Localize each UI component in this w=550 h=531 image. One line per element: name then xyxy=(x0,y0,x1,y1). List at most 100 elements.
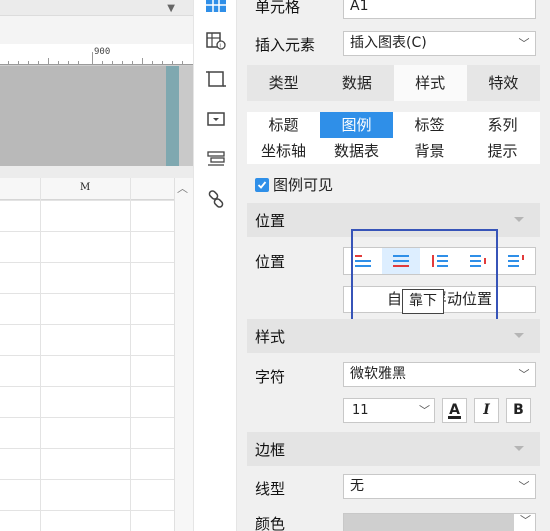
grid-icon[interactable] xyxy=(205,0,227,16)
section-border-title: 边框 xyxy=(255,441,286,459)
ruler: 900 xyxy=(0,44,193,66)
ruler-tick xyxy=(112,61,113,65)
scroll-up-icon[interactable]: ︿ xyxy=(177,180,188,196)
chevron-down-icon[interactable]: ﹀ xyxy=(520,512,531,528)
table-row xyxy=(0,448,174,449)
tab-type[interactable]: 类型 xyxy=(247,65,320,101)
side-icon-strip: i xyxy=(193,0,237,531)
style-subtabs: 标题 图例 标签 系列 坐标轴 数据表 背景 提示 xyxy=(247,112,540,164)
section-border[interactable]: 边框 xyxy=(247,432,540,466)
chart-canvas[interactable] xyxy=(0,66,193,166)
border-color-swatch xyxy=(344,514,514,531)
insert-element-select[interactable]: 插入图表(C) ﹀ xyxy=(343,31,536,56)
ruler-tick xyxy=(182,61,183,65)
ruler-tick xyxy=(28,61,29,65)
cell-grid[interactable]: M xyxy=(0,178,174,531)
tab-style[interactable]: 样式 xyxy=(393,65,467,101)
subtab-axis[interactable]: 坐标轴 xyxy=(247,138,320,164)
line-type-value: 无 xyxy=(350,478,364,494)
property-panel: 单元格 A1 插入元素 插入图表(C) ﹀ 类型 数据 样式 特效 标题 图例 … xyxy=(237,0,550,531)
table-row xyxy=(0,510,174,511)
subtab-series[interactable]: 系列 xyxy=(466,112,539,138)
tab-data[interactable]: 数据 xyxy=(320,65,393,101)
font-color-swatch xyxy=(448,416,461,419)
column-header-m[interactable]: M xyxy=(80,182,90,193)
ruler-tick xyxy=(102,61,103,65)
sheet-gap xyxy=(0,166,193,178)
sheet-area: ▼ 900 M ︿ xyxy=(0,0,193,531)
collapse-caret-icon[interactable] xyxy=(514,333,524,338)
cell-value: A1 xyxy=(350,0,369,14)
chevron-down-icon[interactable]: ﹀ xyxy=(513,475,535,498)
legend-visible-checkbox[interactable]: 图例可见 xyxy=(255,174,333,195)
ruler-tick xyxy=(78,61,79,65)
canvas-background xyxy=(0,16,193,44)
table-row xyxy=(0,262,174,263)
ruler-tick xyxy=(92,52,93,65)
subtab-datasheet[interactable]: 数据表 xyxy=(320,138,393,164)
link-icon[interactable] xyxy=(205,188,227,210)
chevron-down-icon[interactable]: ﹀ xyxy=(513,32,535,55)
font-label: 字符 xyxy=(255,368,286,386)
ruler-tick xyxy=(58,61,59,65)
position-label: 位置 xyxy=(255,253,286,271)
bold-button[interactable]: B xyxy=(506,398,531,423)
table-row xyxy=(0,324,174,325)
font-size-value: 11 xyxy=(352,403,369,418)
font-family-select[interactable]: 微软雅黑 ﹀ xyxy=(343,362,536,387)
line-type-select[interactable]: 无 ﹀ xyxy=(343,474,536,499)
legend-top-right-icon[interactable] xyxy=(497,248,535,274)
border-color-picker[interactable]: ﹀ xyxy=(343,513,536,531)
cell-label: 单元格 xyxy=(255,0,301,16)
chart-edge-bar xyxy=(166,66,179,166)
ruler-tick xyxy=(162,61,163,65)
designer-window: ▼ 900 M ︿ i 单元格 A1 插入元素 插入图表(C) ﹀ 类型 数据 … xyxy=(0,0,550,531)
font-color-button[interactable]: A xyxy=(442,398,467,423)
chevron-down-icon[interactable]: ﹀ xyxy=(419,399,430,422)
font-family-value: 微软雅黑 xyxy=(350,366,406,382)
subtab-legend[interactable]: 图例 xyxy=(320,112,393,138)
widget-frame-icon[interactable] xyxy=(205,68,227,90)
chevron-down-icon[interactable]: ﹀ xyxy=(513,363,535,386)
subtab-label[interactable]: 标签 xyxy=(393,112,466,138)
ruler-tick xyxy=(152,61,153,65)
italic-button[interactable]: I xyxy=(474,398,499,423)
collapse-caret-icon[interactable] xyxy=(514,217,524,222)
ruler-tick xyxy=(172,61,173,65)
section-style-title: 样式 xyxy=(255,328,286,346)
table-row xyxy=(0,293,174,294)
table-row xyxy=(0,417,174,418)
table-row xyxy=(0,231,174,232)
dropdown-widget-icon[interactable] xyxy=(205,108,227,130)
insert-element-label: 插入元素 xyxy=(255,36,316,54)
ruler-tick xyxy=(38,61,39,65)
ruler-tick xyxy=(122,61,123,65)
table-row xyxy=(0,200,174,201)
ruler-label: 900 xyxy=(94,47,111,57)
subtab-tooltip[interactable]: 提示 xyxy=(466,138,539,164)
font-size-select[interactable]: 11 ﹀ xyxy=(343,398,435,423)
cell-property-icon[interactable]: i xyxy=(205,30,227,52)
section-style[interactable]: 样式 xyxy=(247,319,540,353)
chart-edge-gutter xyxy=(179,66,193,166)
ruler-tick xyxy=(18,61,19,65)
vertical-scrollbar[interactable]: ︿ xyxy=(174,178,193,531)
svg-text:i: i xyxy=(220,44,221,50)
chevron-down-icon[interactable]: ▼ xyxy=(167,3,175,14)
table-row xyxy=(0,355,174,356)
legend-visible-label: 图例可见 xyxy=(273,176,334,194)
layer-list-icon[interactable] xyxy=(205,148,227,170)
collapse-caret-icon[interactable] xyxy=(514,446,524,451)
color-label: 颜色 xyxy=(255,515,286,531)
tab-effects[interactable]: 特效 xyxy=(467,65,540,101)
line-type-label: 线型 xyxy=(255,480,286,498)
section-position-title: 位置 xyxy=(255,212,286,230)
cell-field[interactable]: A1 xyxy=(343,0,536,19)
table-row xyxy=(0,479,174,480)
ruler-tick xyxy=(142,58,143,65)
checkbox-checked-icon[interactable] xyxy=(255,177,269,192)
insert-element-value: 插入图表(C) xyxy=(350,35,427,51)
subtab-background[interactable]: 背景 xyxy=(393,138,466,164)
subtab-title[interactable]: 标题 xyxy=(247,112,320,138)
top-bar: ▼ xyxy=(0,0,193,16)
